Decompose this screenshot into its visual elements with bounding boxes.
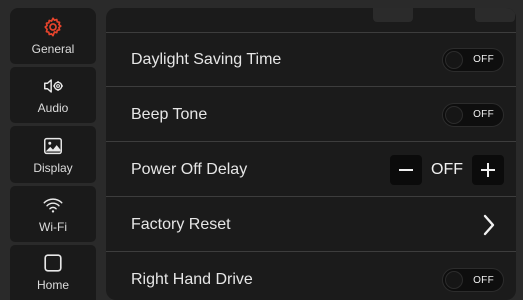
sidebar-item-wifi[interactable]: Wi-Fi (10, 185, 96, 242)
toggle-state: OFF (473, 109, 494, 120)
setting-label: Factory Reset (131, 215, 231, 233)
sidebar-item-label: General (31, 42, 75, 57)
toggle-knob (445, 50, 463, 69)
image-icon (42, 135, 64, 157)
stepper-plus-button[interactable] (475, 8, 515, 22)
sidebar-item-label: Display (33, 160, 73, 175)
setting-label: Right Hand Drive (131, 271, 253, 288)
sidebar-item-label: Wi-Fi (39, 219, 67, 234)
setting-row-right-hand-drive[interactable]: Right Hand Drive OFF (106, 253, 516, 300)
right-hand-drive-toggle[interactable]: OFF (442, 268, 504, 292)
sidebar-item-label: Audio (37, 101, 69, 116)
stepper-minus-button[interactable] (373, 8, 413, 22)
setting-label: Beep Tone (131, 105, 208, 123)
setting-label: Daylight Saving Time (131, 50, 282, 68)
setting-row-beep-tone[interactable]: Beep Tone OFF (106, 88, 516, 142)
home-square-icon (42, 252, 64, 274)
power-off-delay-value: OFF (431, 160, 463, 178)
increment-button[interactable] (472, 154, 504, 185)
sidebar-item-audio[interactable]: Audio (10, 67, 96, 124)
settings-panel: Daylight Saving Time OFF Beep Tone OFF P… (106, 8, 516, 300)
setting-label: Power Off Delay (131, 160, 248, 178)
sidebar-item-home[interactable]: Home (10, 244, 96, 300)
decrement-button[interactable] (390, 154, 422, 185)
toggle-knob (445, 271, 463, 289)
toggle-state: OFF (473, 54, 494, 65)
daylight-saving-toggle[interactable]: OFF (442, 47, 504, 72)
beep-tone-toggle[interactable]: OFF (442, 102, 504, 127)
toggle-knob (445, 105, 463, 124)
setting-row-daylight-saving[interactable]: Daylight Saving Time OFF (106, 33, 516, 87)
minus-icon (399, 168, 413, 171)
chevron-right-icon (482, 214, 496, 236)
partially-visible-row (106, 8, 516, 33)
setting-row-power-off-delay: Power Off Delay OFF (106, 143, 516, 197)
wifi-icon (42, 194, 64, 216)
gear-icon (42, 16, 64, 38)
plus-icon (481, 162, 495, 177)
sidebar-item-general[interactable]: General (10, 8, 96, 65)
sidebar: General Audio Display Wi-Fi Home (10, 8, 96, 300)
power-off-delay-stepper: OFF (390, 154, 504, 185)
sidebar-item-label: Home (36, 278, 69, 293)
sidebar-item-display[interactable]: Display (10, 126, 96, 183)
setting-row-factory-reset[interactable]: Factory Reset (106, 198, 516, 252)
toggle-state: OFF (473, 274, 494, 286)
speaker-gear-icon (42, 75, 64, 97)
